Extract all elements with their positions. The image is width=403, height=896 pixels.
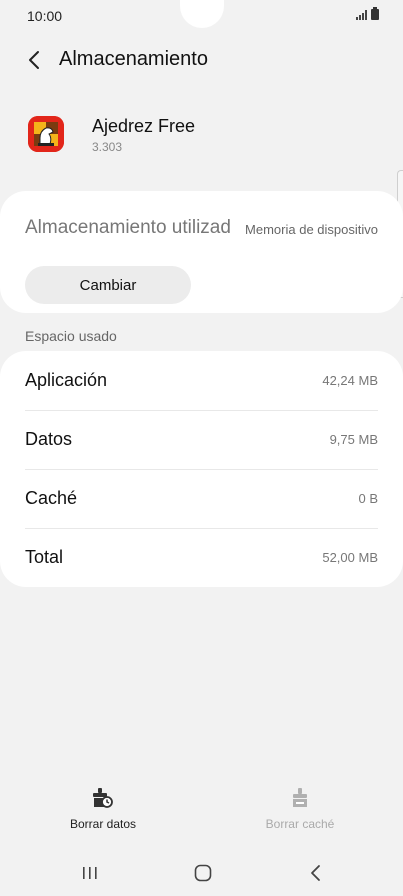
bottom-actions: Borrar datos Borrar caché	[0, 786, 403, 842]
app-version: 3.303	[92, 140, 123, 154]
system-navigation-bar	[0, 856, 403, 890]
chevron-left-icon	[29, 51, 39, 69]
usage-value: 42,24 MB	[322, 373, 378, 388]
usage-row-application: Aplicación 42,24 MB	[25, 351, 378, 410]
usage-label: Datos	[25, 429, 73, 449]
clear-data-label: Borrar datos	[69, 817, 137, 831]
usage-value: 9,75 MB	[329, 432, 378, 447]
chess-app-icon	[28, 116, 64, 152]
page-title: Almacenamiento	[59, 48, 208, 70]
camera-notch	[180, 0, 224, 28]
change-storage-button[interactable]: Cambiar	[25, 266, 191, 304]
usage-card: Aplicación 42,24 MB Datos 9,75 MB Caché …	[0, 351, 403, 587]
usage-row-cache: Caché 0 B	[25, 469, 378, 528]
status-time: 10:00	[27, 8, 63, 24]
clear-data-button[interactable]: Borrar datos	[43, 786, 163, 831]
usage-row-data: Datos 9,75 MB	[25, 410, 378, 469]
app-name: Ajedrez Free	[92, 116, 196, 136]
app-bar: Almacenamiento	[0, 44, 403, 76]
usage-value: 0 B	[358, 491, 378, 506]
battery-icon	[371, 7, 379, 20]
nav-back-button[interactable]	[296, 856, 336, 890]
usage-row-total: Total 52,00 MB	[25, 528, 378, 587]
recent-apps-button[interactable]	[70, 856, 110, 890]
app-info: Ajedrez Free 3.303	[0, 112, 403, 160]
home-button[interactable]	[183, 856, 223, 890]
storage-location: Memoria de dispositivo	[245, 222, 378, 237]
storage-card: Almacenamiento utilizad Memoria de dispo…	[0, 191, 403, 313]
signal-icon	[356, 10, 367, 20]
usage-value: 52,00 MB	[322, 550, 378, 565]
clear-cache-button[interactable]: Borrar caché	[240, 786, 360, 831]
usage-label: Total	[25, 547, 64, 567]
storage-label: Almacenamiento utilizad	[25, 217, 231, 238]
clear-cache-label: Borrar caché	[265, 817, 335, 831]
usage-label: Aplicación	[25, 370, 108, 390]
usage-label: Caché	[25, 488, 78, 508]
home-icon	[194, 864, 212, 882]
status-icons	[356, 7, 379, 20]
clear-cache-icon	[290, 786, 310, 810]
section-header-space-used: Espacio usado	[25, 328, 117, 344]
recent-apps-icon	[83, 867, 97, 879]
status-bar: 10:00	[0, 0, 403, 32]
back-icon	[311, 865, 320, 881]
clear-data-icon	[92, 786, 114, 810]
back-button[interactable]	[22, 48, 46, 72]
